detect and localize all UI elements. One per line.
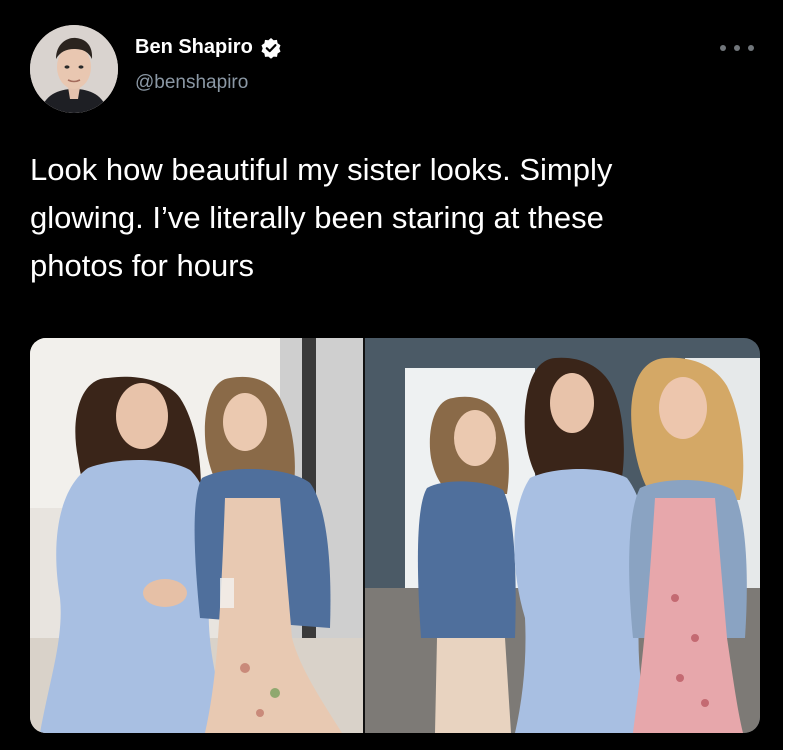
more-dot — [748, 45, 754, 51]
page-edge — [783, 0, 787, 750]
photo-three-women[interactable] — [365, 338, 760, 733]
avatar-photo — [30, 25, 118, 113]
tweet-text: Look how beautiful my sister looks. Simp… — [30, 152, 613, 283]
user-handle[interactable]: @benshapiro — [135, 72, 248, 94]
tweet-media[interactable] — [30, 338, 760, 733]
avatar[interactable] — [30, 25, 118, 113]
more-dot — [734, 45, 740, 51]
tweet-card: Ben Shapiro @benshapiro Look how beautif… — [0, 0, 783, 750]
verified-badge-icon — [261, 37, 281, 59]
more-options-icon[interactable] — [720, 41, 754, 55]
photo-two-women[interactable] — [30, 338, 363, 733]
photo-left-image — [30, 338, 363, 733]
author-name-row: Ben Shapiro — [135, 36, 282, 59]
photo-right-image — [365, 338, 760, 733]
display-name[interactable]: Ben Shapiro — [135, 36, 253, 59]
more-dot — [720, 45, 726, 51]
